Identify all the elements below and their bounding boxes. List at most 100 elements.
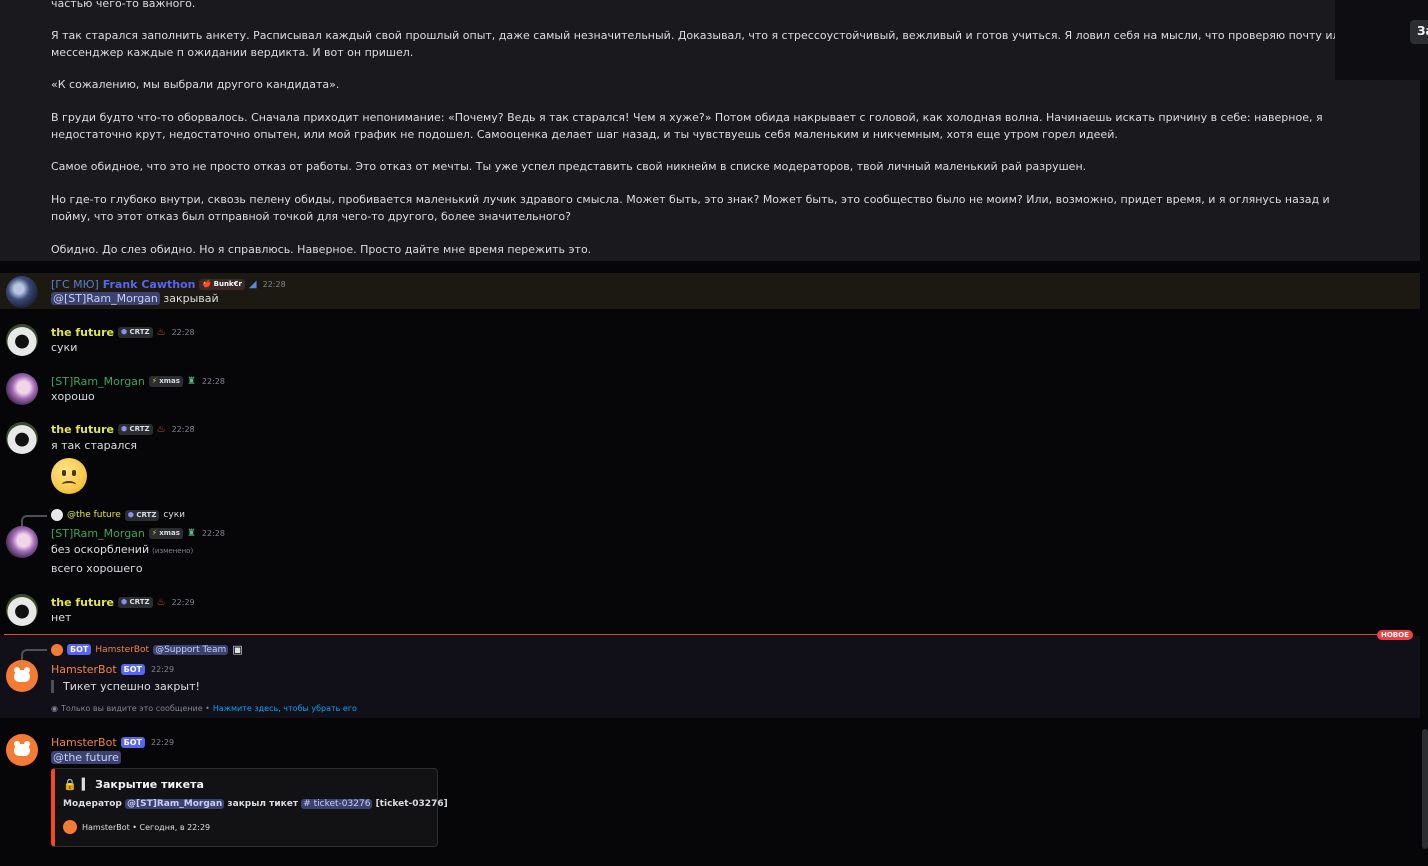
user-mention[interactable]: @the future (51, 751, 121, 764)
hamster-face (14, 670, 30, 682)
reply-connector (21, 515, 47, 527)
timestamp: 22:28 (201, 376, 225, 386)
role-mention[interactable]: @Support Team (153, 644, 229, 655)
interaction-preview[interactable]: БОТ HamsterBot @Support Team ▣ (51, 643, 243, 656)
username[interactable]: HamsterBot (51, 736, 117, 749)
server-tag-label: xmas (159, 528, 180, 537)
bot-tag: БОТ (120, 663, 146, 675)
server-tag-label: CRTZ (129, 424, 150, 433)
avatar[interactable] (6, 373, 38, 405)
avatar[interactable] (6, 660, 38, 692)
embed-footer: HamsterBot • Сегодня, в 22:29 (63, 820, 210, 834)
message-header: [ST]Ram_Morgan ⚡ xmas ♜ 22:28 (51, 526, 225, 540)
server-tag: ⬢ CRTZ (124, 509, 160, 521)
username[interactable]: [ST]Ram_Morgan (51, 375, 145, 388)
hexagon-icon: ⬢ (120, 424, 128, 433)
avatar[interactable] (6, 526, 38, 558)
image-icon: ▣ (232, 643, 243, 656)
timestamp: 22:29 (151, 664, 175, 674)
message-content: @[ST]Ram_Morgan закрывай (51, 292, 219, 305)
embed-description: Модератор @[ST]Ram_Morgan закрыл тикет #… (63, 799, 448, 809)
corner-button[interactable]: За (1410, 20, 1428, 44)
user-mention[interactable]: @[ST]Ram_Morgan (51, 292, 160, 305)
lightning-icon: ⚡ (151, 528, 157, 537)
reply-text: суки (163, 510, 185, 520)
message-header: HamsterBot БОТ 22:29 (51, 735, 174, 749)
server-tag[interactable]: ⬢ CRTZ (117, 423, 153, 435)
message-paragraph: В груди будто что-то оборвалось. Сначала… (51, 111, 1323, 141)
role-icon: ♜ (186, 527, 196, 539)
message-text: без оскорблений (51, 543, 150, 556)
embed-text: [ticket-03276] (375, 799, 448, 809)
username[interactable]: the future (51, 423, 114, 436)
divider-bar: ▍ (81, 778, 91, 791)
dismiss-link[interactable]: Нажмите здесь, чтобы убрать его (213, 704, 357, 713)
timestamp: 22:28 (262, 279, 286, 289)
footer-avatar (63, 820, 77, 834)
username[interactable]: HamsterBot (51, 663, 117, 676)
server-tag[interactable]: ⚡ xmas (148, 527, 183, 539)
embed-text: Модератор (63, 799, 122, 809)
name-text: Frank Cawthon (102, 277, 196, 291)
server-tag-label: CRTZ (129, 327, 150, 336)
username[interactable]: the future (51, 596, 114, 609)
embed-title-text: Закрытие тикета (95, 778, 204, 791)
message-header: [ST]Ram_Morgan ⚡ xmas ♜ 22:28 (51, 374, 225, 388)
server-tag[interactable]: ⚡ xmas (148, 375, 183, 387)
role-icon: ♨ (156, 423, 166, 435)
server-tag-label: CRTZ (129, 597, 150, 606)
chat-view: частью чего-то важного. Я так старался з… (0, 0, 1428, 866)
role-icon: ♨ (156, 326, 166, 338)
reply-preview[interactable]: @the future ⬢ CRTZ суки (51, 509, 185, 521)
message-paragraph: «К сожалению, мы выбрали другого кандида… (51, 78, 340, 91)
user-mention[interactable]: @[ST]Ram_Morgan (125, 799, 225, 809)
embed-card: 🔒 ▍ Закрытие тикета Модератор @[ST]Ram_M… (51, 768, 448, 847)
role-icon: ♜ (186, 375, 196, 387)
server-tag-label: xmas (159, 376, 180, 385)
username[interactable]: [ГС МЮ] Frank Cawthon (51, 278, 195, 291)
avatar[interactable] (6, 594, 38, 626)
hexagon-icon: ⬢ (120, 597, 128, 606)
avatar[interactable] (6, 276, 38, 308)
reply-avatar (51, 509, 63, 521)
message-paragraph: Я так старался заполнить анкету. Расписы… (51, 29, 1347, 59)
avatar[interactable] (6, 734, 38, 766)
message-content: @the future (51, 751, 121, 764)
reply-username: HamsterBot (95, 644, 150, 655)
message-content: без оскорблений (изменено) (51, 543, 193, 556)
server-tag[interactable]: 🍎 Bunk€r (199, 278, 245, 290)
server-tag[interactable]: ⬢ CRTZ (117, 596, 153, 608)
wing-icon: ◢ (248, 278, 257, 290)
eye-icon: ◉ (51, 704, 58, 713)
apple-icon: 🍎 (202, 279, 212, 288)
ephemeral-note: ◉ Только вы видите это сообщение • Нажми… (51, 704, 357, 713)
timestamp: 22:29 (151, 737, 175, 747)
message-text: суки (51, 341, 78, 354)
embed-title: 🔒 ▍ Закрытие тикета (63, 778, 204, 791)
message-text: я так старался (51, 439, 138, 452)
long-message: частью чего-то важного. Я так старался з… (0, 0, 1420, 261)
name-prefix: [ГС МЮ] (51, 277, 99, 291)
server-tag[interactable]: ⬢ CRTZ (117, 326, 153, 338)
blockquote: Тикет успешно закрыт! (51, 680, 200, 693)
server-tag-label: Bunk€r (213, 279, 242, 288)
message-paragraph: Обидно. До слез обидно. Но я справлюсь. … (51, 243, 592, 256)
message-paragraph: частью чего-то важного. (51, 0, 196, 10)
channel-mention[interactable]: # ticket-03276 (301, 799, 373, 809)
username[interactable]: [ST]Ram_Morgan (51, 527, 145, 540)
message-header: the future ⬢ CRTZ ♨ 22:29 (51, 595, 195, 609)
slightly-frowning-face-emoji[interactable] (51, 458, 87, 494)
avatar[interactable] (6, 324, 38, 356)
emoji-mouth (62, 481, 76, 488)
timestamp: 22:28 (201, 528, 225, 538)
bot-tag: БОТ (67, 644, 92, 655)
username[interactable]: the future (51, 326, 114, 339)
lock-icon: 🔒 (63, 778, 77, 791)
scrollbar-thumb[interactable] (1422, 729, 1428, 849)
avatar[interactable] (6, 422, 38, 454)
edited-label: (изменено) (152, 547, 194, 555)
message-paragraph: Самое обидное, что это не просто отказ о… (51, 160, 1087, 173)
message-header: [ГС МЮ] Frank Cawthon 🍎 Bunk€r ◢ 22:28 (51, 277, 286, 291)
ephemeral-text: Только вы видите это сообщение • (60, 704, 210, 713)
message-header: the future ⬢ CRTZ ♨ 22:28 (51, 422, 195, 436)
